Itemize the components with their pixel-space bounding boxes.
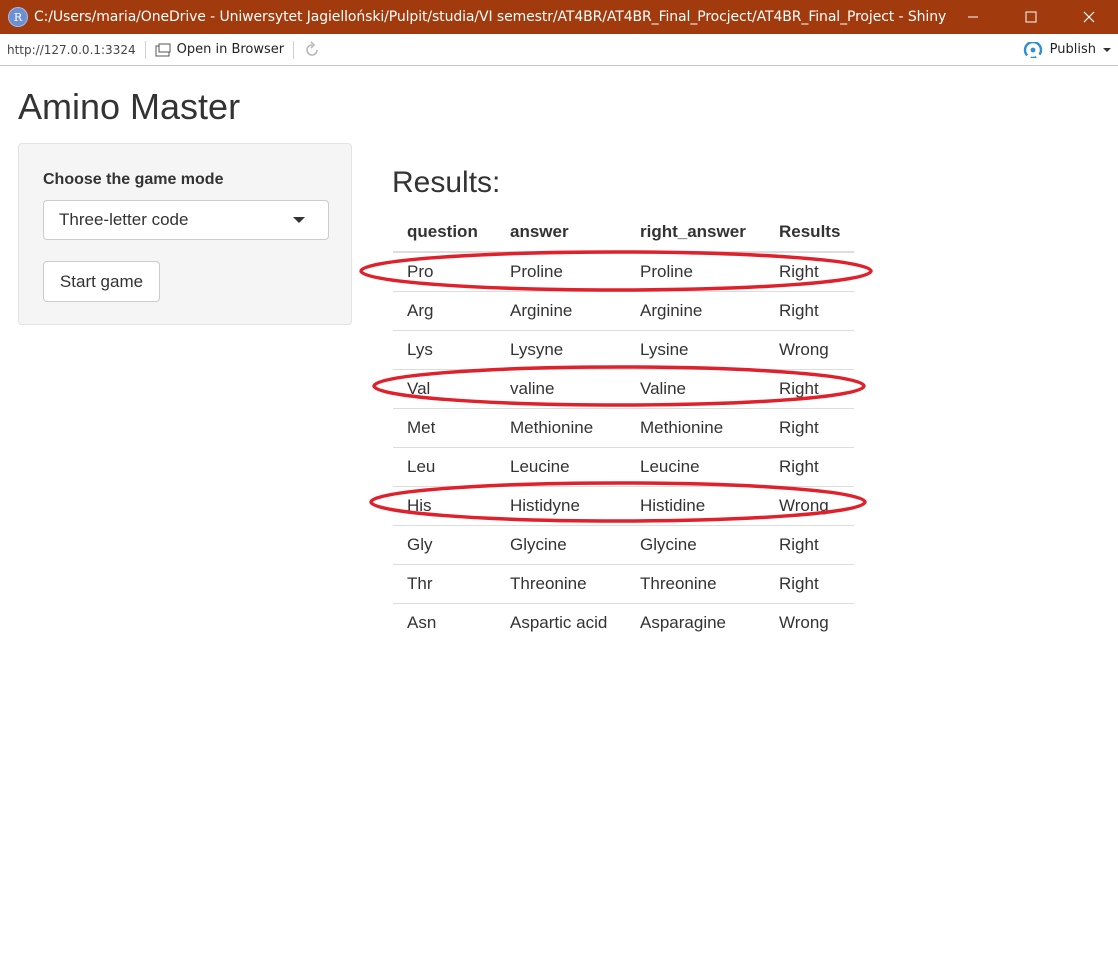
refresh-button[interactable]	[303, 40, 321, 59]
cell-right-answer: Histidine	[626, 486, 765, 526]
header-results: Results	[765, 213, 855, 253]
cell-question: Pro	[407, 262, 434, 281]
table-row: Thr Threonine Threonine Right	[393, 564, 855, 604]
cell-result: Right	[765, 408, 855, 448]
cell-right-answer: Valine	[626, 369, 765, 409]
sidebar-panel: Choose the game mode Three-letter code S…	[18, 143, 352, 325]
table-row: Arg Arginine Arginine Right	[393, 291, 855, 331]
cell-result: Wrong	[765, 603, 855, 642]
cell-result: Right	[765, 447, 855, 487]
close-icon	[1083, 11, 1095, 23]
table-row: Val valine Valine Right	[393, 369, 855, 409]
cell-question: His	[393, 486, 496, 526]
cell-question: Met	[393, 408, 496, 448]
cell-answer: Aspartic acid	[496, 603, 626, 642]
minimize-button[interactable]	[944, 0, 1002, 34]
game-mode-select[interactable]: Three-letter code	[43, 200, 329, 240]
cell-answer: Proline	[510, 262, 563, 281]
window-titlebar: R C:/Users/maria/OneDrive - Uniwersytet …	[0, 0, 1118, 34]
url-display[interactable]: http://127.0.0.1:3324	[7, 43, 136, 57]
cell-question: Arg	[393, 291, 496, 331]
cell-right-answer: Threonine	[626, 564, 765, 604]
cell-answer: Glycine	[496, 525, 626, 565]
header-right-answer: right_answer	[626, 213, 765, 253]
game-mode-label: Choose the game mode	[43, 171, 224, 188]
rstudio-app-icon: R	[8, 7, 28, 27]
game-mode-selected-value: Three-letter code	[59, 210, 189, 229]
cell-result: Right	[765, 564, 855, 604]
toolbar-divider	[293, 40, 295, 59]
table-row: Met Methionine Methionine Right	[393, 408, 855, 448]
header-answer: answer	[496, 213, 626, 253]
cell-answer: Histidyne	[496, 486, 626, 526]
chevron-down-icon	[1103, 47, 1111, 52]
cell-question: Thr	[393, 564, 496, 604]
cell-question: Val	[393, 369, 496, 409]
table-row: Leu Leucine Leucine Right	[393, 447, 855, 487]
header-question: question	[393, 213, 496, 253]
cell-right-answer: Glycine	[626, 525, 765, 565]
toolbar-divider	[144, 40, 146, 59]
start-game-button[interactable]: Start game	[43, 261, 160, 302]
window-title: C:/Users/maria/OneDrive - Uniwersytet Ja…	[34, 9, 947, 25]
results-table: question answer right_answer Results Pro…	[393, 213, 855, 642]
open-in-browser-button[interactable]: Open in Browser	[155, 42, 285, 57]
cell-right-answer: Lysine	[626, 330, 765, 370]
cell-answer: Leucine	[496, 447, 626, 487]
cell-result: Right	[765, 525, 855, 565]
cell-result: Right	[779, 262, 819, 281]
cell-right-answer: Asparagine	[626, 603, 765, 642]
cell-right-answer: Proline	[640, 262, 693, 281]
refresh-icon	[306, 40, 318, 56]
table-header-row: question answer right_answer Results	[393, 213, 855, 253]
cell-answer: Methionine	[496, 408, 626, 448]
results-heading: Results:	[392, 166, 501, 199]
cell-question: Lys	[393, 330, 496, 370]
cell-answer: Lysyne	[496, 330, 626, 370]
open-browser-icon	[155, 43, 171, 56]
app-icon-letter: R	[13, 10, 23, 24]
app-title: Amino Master	[18, 86, 241, 127]
minimize-icon	[968, 16, 978, 18]
cell-question: Asn	[393, 603, 496, 642]
open-in-browser-label: Open in Browser	[176, 42, 285, 57]
cell-result: Right	[765, 291, 855, 331]
cell-question: Gly	[393, 525, 496, 565]
table-row: Lys Lysyne Lysine Wrong	[393, 330, 855, 370]
publish-button[interactable]: Publish	[1022, 34, 1112, 65]
publish-label: Publish	[1049, 42, 1096, 57]
cell-result: Right	[765, 369, 855, 409]
cell-answer: valine	[496, 369, 626, 409]
cell-right-answer: Methionine	[626, 408, 765, 448]
dropdown-caret-icon	[293, 217, 305, 223]
cell-result: Wrong	[765, 486, 855, 526]
maximize-icon	[1025, 11, 1037, 23]
window-controls	[944, 0, 1118, 34]
cell-answer: Arginine	[496, 291, 626, 331]
table-row: Gly Glycine Glycine Right	[393, 525, 855, 565]
close-button[interactable]	[1060, 0, 1118, 34]
table-row: Asn Aspartic acid Asparagine Wrong	[393, 603, 855, 642]
table-row: Pro Proline Proline Right	[393, 252, 854, 292]
publish-icon	[1023, 41, 1042, 58]
cell-right-answer: Leucine	[626, 447, 765, 487]
table-row: His Histidyne Histidine Wrong	[393, 486, 855, 526]
cell-answer: Threonine	[496, 564, 626, 604]
cell-question: Leu	[393, 447, 496, 487]
maximize-button[interactable]	[1002, 0, 1060, 34]
cell-right-answer: Arginine	[626, 291, 765, 331]
cell-result: Wrong	[765, 330, 855, 370]
viewer-toolbar: http://127.0.0.1:3324 Open in Browser Pu…	[0, 34, 1118, 66]
